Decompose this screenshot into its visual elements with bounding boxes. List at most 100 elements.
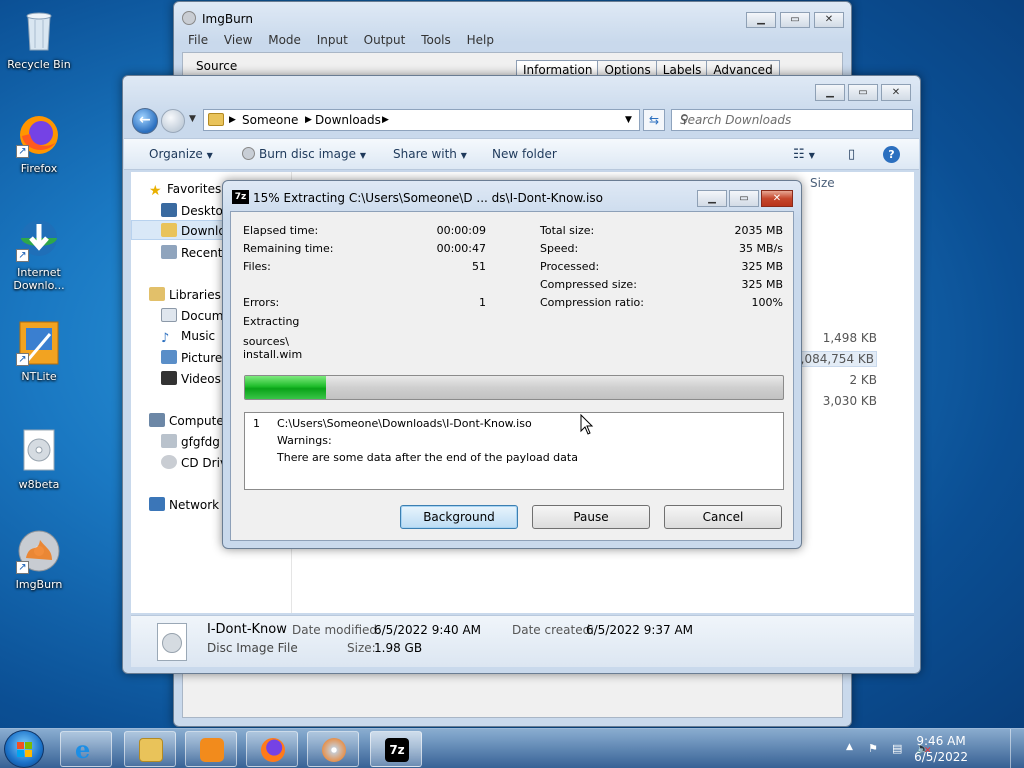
- start-button[interactable]: [4, 730, 44, 768]
- nav-label: Compute: [169, 414, 224, 428]
- menu-help[interactable]: Help: [467, 33, 494, 47]
- progress-bar: [244, 375, 784, 400]
- maximize-button[interactable]: ▭: [780, 12, 810, 28]
- nav-favorites[interactable]: ★ Favorites: [149, 182, 221, 199]
- recent-pages-dropdown-icon[interactable]: ▼: [189, 114, 196, 124]
- nav-libraries[interactable]: Libraries: [149, 287, 221, 302]
- minimize-button[interactable]: ▁: [815, 84, 845, 101]
- file-name: I-Dont-Know: [207, 622, 287, 637]
- taskbar-windows-explorer[interactable]: [124, 731, 176, 767]
- nav-network[interactable]: Network: [149, 497, 219, 512]
- menu-view[interactable]: View: [224, 33, 252, 47]
- media-player-icon: [200, 738, 224, 762]
- message-log[interactable]: 1 C:\Users\Someone\Downloads\I-Dont-Know…: [244, 412, 784, 490]
- nav-videos[interactable]: Videos: [161, 371, 221, 386]
- new-folder-button[interactable]: New folder: [492, 147, 557, 161]
- desktop-icon-ntlite[interactable]: ↗ NTLite: [1, 320, 77, 383]
- nav-pictures[interactable]: Pictures: [161, 350, 229, 365]
- compression-ratio-label: Compression ratio:: [540, 296, 644, 309]
- shortcut-arrow-icon: ↗: [16, 561, 29, 574]
- desktop-icon-recycle-bin[interactable]: Recycle Bin: [1, 8, 77, 71]
- nav-recent[interactable]: Recent: [161, 245, 222, 260]
- nav-label: gfgfdg: [181, 435, 220, 449]
- nav-label: Network: [169, 498, 220, 512]
- nav-cd-drive[interactable]: CD Driv: [161, 455, 227, 470]
- action-center-flag-icon[interactable]: ⚑: [868, 742, 882, 756]
- breadcrumb-downloads[interactable]: Downloads: [315, 113, 381, 127]
- nav-label: Downlo: [181, 224, 226, 238]
- menu-mode[interactable]: Mode: [268, 33, 301, 47]
- desktop-icon-w8beta[interactable]: w8beta: [1, 428, 77, 491]
- organize-button[interactable]: Organize ▼: [149, 147, 213, 161]
- search-input[interactable]: Search Downloads ⚲: [671, 109, 913, 131]
- disc-image-icon: [16, 428, 62, 474]
- nav-label: Videos: [181, 372, 221, 386]
- maximize-button[interactable]: ▭: [729, 190, 759, 207]
- date-modified-value: 6/5/2022 9:40 AM: [374, 623, 482, 637]
- nav-music[interactable]: ♪ Music: [161, 329, 216, 346]
- minimize-button[interactable]: ▁: [697, 190, 727, 207]
- taskbar-7zip[interactable]: 7z: [370, 731, 422, 767]
- nav-drive-gfgfdg[interactable]: gfgfdg: [161, 434, 220, 449]
- help-icon[interactable]: ?: [883, 146, 900, 163]
- back-button[interactable]: ←: [132, 108, 158, 134]
- cancel-button[interactable]: Cancel: [664, 505, 782, 529]
- forward-button[interactable]: [161, 109, 185, 133]
- menu-tools[interactable]: Tools: [421, 33, 451, 47]
- star-icon: ★: [149, 183, 162, 199]
- chevron-down-icon: ▼: [359, 151, 366, 160]
- taskbar-imgburn[interactable]: [307, 731, 359, 767]
- background-button[interactable]: Background: [400, 505, 518, 529]
- videos-icon: [161, 371, 177, 385]
- pause-button[interactable]: Pause: [532, 505, 650, 529]
- clock-time: 9:46 AM: [916, 734, 966, 748]
- internet-explorer-icon: e: [75, 735, 91, 764]
- taskbar-media-player[interactable]: [185, 731, 237, 767]
- menu-input[interactable]: Input: [317, 33, 348, 47]
- column-header-size[interactable]: Size: [810, 176, 835, 190]
- firefox-icon: [261, 738, 285, 762]
- size-label: Size:: [347, 641, 376, 655]
- chevron-down-icon: ▼: [206, 151, 213, 160]
- view-options-icon[interactable]: ☷ ▼: [793, 147, 815, 162]
- desktop-icon-idm[interactable]: ↗ Internet Downlo...: [1, 216, 77, 292]
- nav-computer[interactable]: Compute: [149, 413, 224, 428]
- music-icon: ♪: [161, 331, 170, 346]
- burn-disc-image-button[interactable]: Burn disc image ▼: [242, 147, 366, 161]
- close-button[interactable]: ✕: [761, 190, 793, 207]
- current-path: sources\: [243, 335, 289, 348]
- desktop-icon-imgburn[interactable]: ↗ ImgBurn: [1, 528, 77, 591]
- close-button[interactable]: ✕: [881, 84, 911, 101]
- address-dropdown-icon[interactable]: ▼: [625, 115, 632, 125]
- imgburn-app-icon: [182, 11, 196, 25]
- nav-label: Music: [181, 329, 216, 343]
- extract-progress-dialog[interactable]: 7z 15% Extracting C:\Users\Someone\D ...…: [222, 180, 802, 549]
- address-bar[interactable]: ▶ Someone ▶ Downloads ▶ ▼: [203, 109, 640, 131]
- desktop-icon-label: NTLite: [21, 370, 57, 383]
- show-desktop-button[interactable]: [1010, 729, 1024, 768]
- documents-icon: [161, 308, 177, 322]
- preview-pane-icon[interactable]: ▯: [848, 147, 855, 162]
- close-button[interactable]: ✕: [814, 12, 844, 28]
- menu-output[interactable]: Output: [364, 33, 406, 47]
- maximize-button[interactable]: ▭: [848, 84, 878, 101]
- menu-file[interactable]: File: [188, 33, 208, 47]
- breadcrumb-separator-icon: ▶: [382, 115, 389, 125]
- speed-label: Speed:: [540, 242, 579, 255]
- share-with-button[interactable]: Share with ▼: [393, 147, 467, 161]
- mouse-cursor-icon: [580, 414, 594, 435]
- taskbar-internet-explorer[interactable]: e: [60, 731, 112, 767]
- log-warnings-label: Warnings:: [277, 434, 332, 447]
- show-hidden-icons-button[interactable]: ▲: [846, 742, 860, 756]
- taskbar-firefox[interactable]: [246, 731, 298, 767]
- date-created-value: 6/5/2022 9:37 AM: [586, 623, 694, 637]
- refresh-button[interactable]: ⇆: [643, 109, 665, 131]
- minimize-button[interactable]: ▁: [746, 12, 776, 28]
- shortcut-arrow-icon: ↗: [16, 353, 29, 366]
- desktop-icon-firefox[interactable]: ↗ Firefox: [1, 112, 77, 175]
- nav-documents[interactable]: Docum: [161, 308, 223, 323]
- breadcrumb-someone[interactable]: Someone: [242, 113, 298, 127]
- nav-desktop[interactable]: Desktop: [161, 203, 231, 218]
- network-icon[interactable]: ▤: [892, 742, 906, 756]
- clock[interactable]: 9:46 AM 6/5/2022: [914, 733, 968, 765]
